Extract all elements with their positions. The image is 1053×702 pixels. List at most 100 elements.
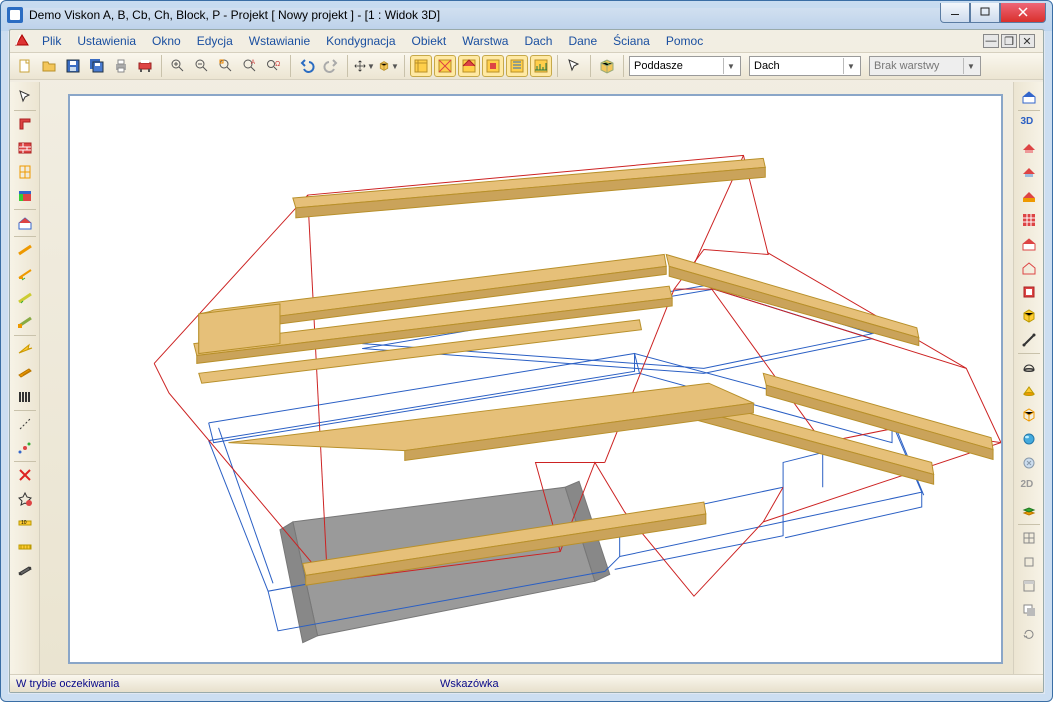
board-tool-button[interactable]: [14, 362, 36, 384]
roof-blue-button[interactable]: [1018, 161, 1040, 183]
menu-edycja[interactable]: Edycja: [189, 32, 241, 50]
element-combo[interactable]: Dach▼: [749, 56, 861, 76]
dropdown-arrow-icon: ▼: [963, 58, 978, 74]
zoom-in-button[interactable]: [167, 55, 189, 77]
grid3-button[interactable]: [1018, 209, 1040, 231]
undo-button[interactable]: [296, 55, 318, 77]
dropdown-arrow-icon: ▼: [723, 58, 738, 74]
menu-sciana[interactable]: Ściana: [605, 32, 658, 50]
floor-combo[interactable]: Poddasze▼: [629, 56, 741, 76]
cursor-select-button[interactable]: [563, 55, 585, 77]
2d-mode-button[interactable]: 2D: [1018, 476, 1040, 498]
open-file-button[interactable]: [38, 55, 60, 77]
window-tool-button[interactable]: [14, 161, 36, 183]
light-button[interactable]: [1018, 452, 1040, 474]
mark-tool-button[interactable]: [14, 488, 36, 510]
save-all-button[interactable]: [86, 55, 108, 77]
menubar: Plik Ustawienia Okno Edycja Wstawianie K…: [10, 30, 1043, 52]
dome-button[interactable]: [1018, 356, 1040, 378]
ruler1-tool-button[interactable]: 10: [14, 512, 36, 534]
zoom-omega-button[interactable]: Ω: [263, 55, 285, 77]
redo-button[interactable]: [320, 55, 342, 77]
minimize-button[interactable]: [940, 3, 970, 23]
menu-kondygnacja[interactable]: Kondygnacja: [318, 32, 403, 50]
roof-red-button[interactable]: [1018, 137, 1040, 159]
prism-button[interactable]: [1018, 380, 1040, 402]
ruler2-tool-button[interactable]: [14, 536, 36, 558]
house-outline-button[interactable]: [1018, 257, 1040, 279]
zoom-window-button[interactable]: [215, 55, 237, 77]
rafter3-tool-button[interactable]: [14, 287, 36, 309]
svg-text:10: 10: [21, 520, 27, 526]
hatch-tool-button[interactable]: [14, 386, 36, 408]
roof-orange-button[interactable]: [1018, 185, 1040, 207]
new-file-button[interactable]: [14, 55, 36, 77]
cube-outline-button[interactable]: [1018, 404, 1040, 426]
cube-yellow-button[interactable]: [1018, 305, 1040, 327]
zoom-out-button[interactable]: [191, 55, 213, 77]
menu-warstwa[interactable]: Warstwa: [454, 32, 516, 50]
menu-dane[interactable]: Dane: [560, 32, 605, 50]
workarea: 10: [10, 82, 1043, 674]
window-title: Demo Viskon A, B, Cb, Ch, Block, P - Pro…: [29, 8, 934, 22]
maximize-button[interactable]: [970, 3, 1000, 23]
thickness-button[interactable]: [1018, 575, 1040, 597]
move-button[interactable]: ▼: [353, 55, 375, 77]
menu-dach[interactable]: Dach: [516, 32, 560, 50]
menu-pomoc[interactable]: Pomoc: [658, 32, 711, 50]
home-view-button[interactable]: [1018, 86, 1040, 108]
close-button[interactable]: [1000, 3, 1046, 23]
window-frame: Demo Viskon A, B, Cb, Ch, Block, P - Pro…: [0, 0, 1053, 702]
sphere-button[interactable]: [1018, 428, 1040, 450]
wall-tool-button[interactable]: [14, 137, 36, 159]
view-mode-2-button[interactable]: [434, 55, 456, 77]
house-red-button[interactable]: [1018, 233, 1040, 255]
zoom-all-button[interactable]: A: [239, 55, 261, 77]
menu-plik[interactable]: Plik: [34, 32, 69, 50]
cursor-tool-button[interactable]: [14, 86, 36, 108]
wire-button[interactable]: [1018, 329, 1040, 351]
dropdown-arrow-icon: ▼: [391, 62, 398, 71]
menu-ustawienia[interactable]: Ustawienia: [69, 32, 144, 50]
3d-mode-button[interactable]: 3D: [1018, 113, 1040, 135]
save-button[interactable]: [62, 55, 84, 77]
cube-button[interactable]: ▼: [377, 55, 399, 77]
arrow-y-tool-button[interactable]: [14, 338, 36, 360]
svg-text:A: A: [251, 60, 255, 66]
package-button[interactable]: [596, 55, 618, 77]
view-mode-4-button[interactable]: [482, 55, 504, 77]
rafter1-tool-button[interactable]: [14, 239, 36, 261]
square-button[interactable]: [1018, 551, 1040, 573]
line-tool-button[interactable]: [14, 413, 36, 435]
delete-tool-button[interactable]: [14, 464, 36, 486]
print-button[interactable]: [110, 55, 132, 77]
corner-tool-button[interactable]: [14, 113, 36, 135]
point-tool-button[interactable]: [14, 437, 36, 459]
3d-viewport[interactable]: [68, 94, 1003, 664]
view-mode-1-button[interactable]: [410, 55, 432, 77]
menu-okno[interactable]: Okno: [144, 32, 189, 50]
layer-combo[interactable]: Brak warstwy▼: [869, 56, 981, 76]
app-menu-icon: [14, 33, 30, 49]
house-tool-button[interactable]: [14, 212, 36, 234]
view-mode-6-button[interactable]: [530, 55, 552, 77]
rafter2-tool-button[interactable]: [14, 263, 36, 285]
view-mode-5-button[interactable]: [506, 55, 528, 77]
mdi-close-button[interactable]: ✕: [1019, 34, 1035, 48]
element-combo-value: Dach: [754, 60, 839, 72]
rafter4-tool-button[interactable]: [14, 311, 36, 333]
beam-tool-button[interactable]: [14, 560, 36, 582]
wall-color-tool-button[interactable]: [14, 185, 36, 207]
titlebar: Demo Viskon A, B, Cb, Ch, Block, P - Pro…: [1, 1, 1052, 29]
plotter-button[interactable]: [134, 55, 156, 77]
rotate-button[interactable]: [1018, 623, 1040, 645]
shadow-button[interactable]: [1018, 599, 1040, 621]
layers-button[interactable]: [1018, 500, 1040, 522]
mdi-minimize-button[interactable]: —: [983, 34, 999, 48]
panel-red-button[interactable]: [1018, 281, 1040, 303]
grid-small-button[interactable]: [1018, 527, 1040, 549]
view-mode-3-button[interactable]: [458, 55, 480, 77]
menu-wstawianie[interactable]: Wstawianie: [241, 32, 318, 50]
mdi-restore-button[interactable]: ❐: [1001, 34, 1017, 48]
menu-obiekt[interactable]: Obiekt: [404, 32, 455, 50]
